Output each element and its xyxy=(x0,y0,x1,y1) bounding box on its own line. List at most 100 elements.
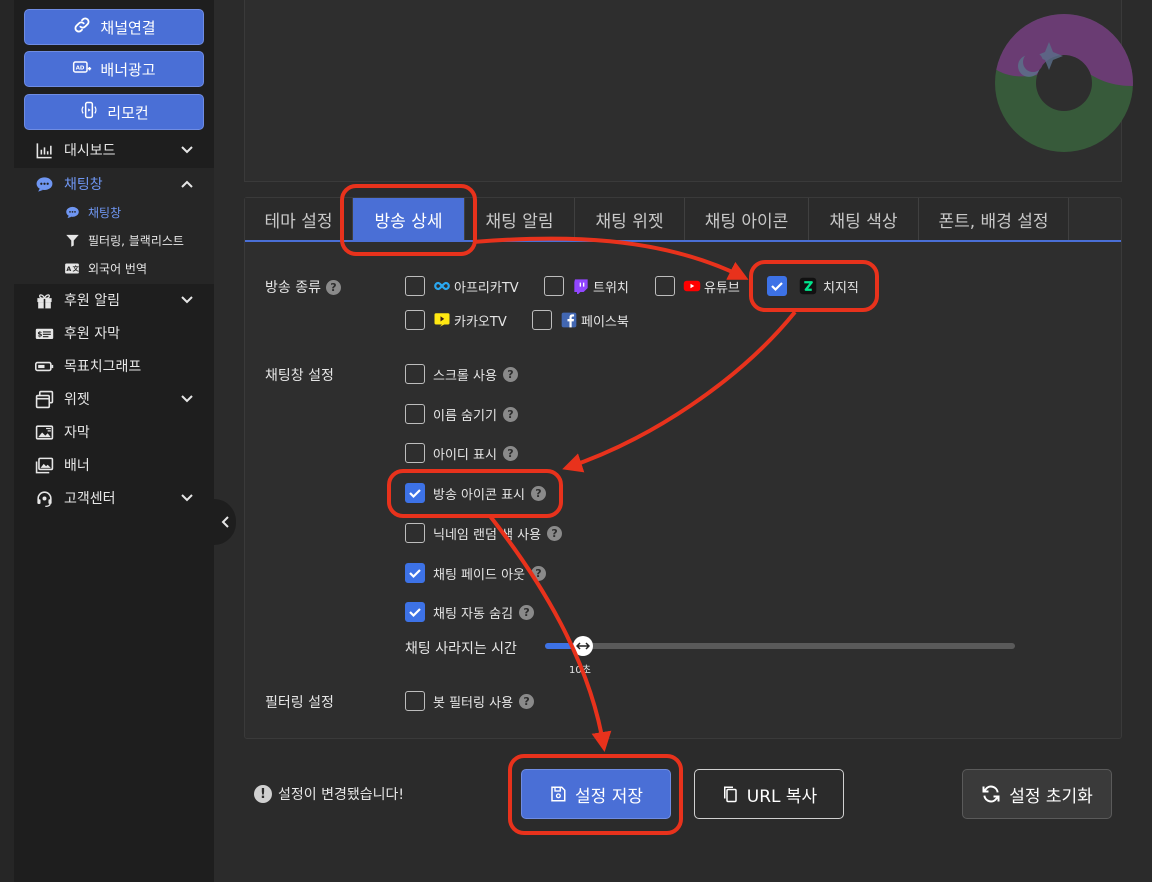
translate-icon: A文 xyxy=(64,260,80,276)
checkbox-youtube[interactable]: 유튜브 xyxy=(655,276,740,296)
tab-font-background[interactable]: 폰트, 배경 설정 xyxy=(919,198,1069,240)
sidebar-item-label: 대시보드 xyxy=(64,143,116,159)
checkbox-box[interactable] xyxy=(405,523,425,543)
sidebar-item-widget[interactable]: 위젯 xyxy=(14,383,214,415)
checkbox-chat-autohide[interactable]: 채팅 자동 숨김 ? xyxy=(405,602,535,622)
help-icon[interactable]: ? xyxy=(519,693,535,709)
remote-button[interactable]: 리모컨 xyxy=(24,94,204,130)
chat-preview xyxy=(244,0,1122,182)
sidebar-item-banner[interactable]: 배너 xyxy=(14,449,214,481)
exclamation-icon: ! xyxy=(254,785,272,803)
sidebar-item-donation-alert[interactable]: 후원 알림 xyxy=(14,284,214,316)
checkbox-label: 유튜브 xyxy=(704,280,740,296)
tab-broadcast-detail[interactable]: 방송 상세 xyxy=(353,198,465,240)
help-icon[interactable]: ? xyxy=(547,525,563,541)
help-icon[interactable]: ? xyxy=(325,279,341,295)
sidebar-item-goal-graph[interactable]: 목표치그래프 xyxy=(14,350,214,382)
checkbox-label: 방송 아이콘 표시 xyxy=(433,487,525,503)
checkbox-box[interactable] xyxy=(405,404,425,424)
checkbox-kakaotv[interactable]: 카카오TV xyxy=(405,310,507,330)
reset-settings-button[interactable]: 설정 초기화 xyxy=(962,769,1112,819)
sidebar-item-label: 목표치그래프 xyxy=(64,359,142,375)
afreecatv-icon xyxy=(433,277,451,295)
sidebar-item-caption[interactable]: 자막 xyxy=(14,416,214,448)
copy-url-button[interactable]: URL 복사 xyxy=(694,769,844,819)
windows-icon xyxy=(34,389,54,409)
svg-text:AD: AD xyxy=(76,66,85,72)
sidebar-subitem-label: 필터링, 블랙리스트 xyxy=(88,233,184,248)
help-icon[interactable]: ? xyxy=(502,366,518,382)
help-icon[interactable]: ? xyxy=(502,445,518,461)
sidebar-item-donation-caption[interactable]: $ 후원 자막 xyxy=(14,317,214,349)
chat-icon xyxy=(64,204,80,220)
sidebar-subitem-filter[interactable]: 필터링, 블랙리스트 xyxy=(64,227,184,253)
checkbox-box[interactable] xyxy=(405,364,425,384)
save-settings-label: 설정 저장 xyxy=(575,786,643,807)
image-icon xyxy=(34,455,54,475)
checkbox-label: 채팅 자동 숨김 xyxy=(433,606,514,622)
checkbox-box[interactable] xyxy=(405,691,425,711)
help-icon[interactable]: ? xyxy=(519,604,535,620)
chat-disappear-time-slider[interactable] xyxy=(545,636,1015,656)
checkbox-facebook[interactable]: 페이스북 xyxy=(532,310,629,330)
checkbox-label: 페이스북 xyxy=(581,314,629,330)
sidebar-collapse-button[interactable] xyxy=(214,499,236,545)
tab-chat-widget[interactable]: 채팅 위젯 xyxy=(575,198,685,240)
checkbox-box[interactable] xyxy=(405,563,425,583)
checkbox-box[interactable] xyxy=(655,276,675,296)
help-icon[interactable]: ? xyxy=(502,406,518,422)
checkbox-box[interactable] xyxy=(767,276,787,296)
checkbox-afreecatv[interactable]: 아프리카TV xyxy=(405,276,519,296)
svg-text:A: A xyxy=(66,266,71,273)
slider-thumb[interactable] xyxy=(572,636,593,656)
checkbox-box[interactable] xyxy=(405,443,425,463)
checkbox-hide-name[interactable]: 이름 숨기기 ? xyxy=(405,404,518,424)
sidebar-subitem-translate[interactable]: A文 외국어 번역 xyxy=(64,255,147,281)
filtering-settings-label: 필터링 설정 xyxy=(265,695,334,711)
checkbox-chzzk[interactable]: 치지직 xyxy=(767,276,859,296)
tab-theme[interactable]: 테마 설정 xyxy=(245,198,353,240)
tab-chat-icon[interactable]: 채팅 아이콘 xyxy=(685,198,809,240)
checkbox-box[interactable] xyxy=(405,602,425,622)
checkbox-box[interactable] xyxy=(532,310,552,330)
gift-icon xyxy=(34,290,54,310)
checkbox-chat-fadeout[interactable]: 채팅 페이드 아웃 ? xyxy=(405,563,546,583)
help-icon[interactable]: ? xyxy=(531,485,546,501)
sidebar: 채널연결 AD 배너광고 리모컨 대시보드 채팅창 채팅창 필터링, 블랙리스트… xyxy=(0,0,214,882)
link-icon xyxy=(72,15,92,39)
checkbox-bot-filter[interactable]: 봇 필터링 사용 ? xyxy=(405,691,535,711)
checkbox-random-nick-color[interactable]: 닉네임 랜덤 색 사용 ? xyxy=(405,523,563,543)
refresh-icon xyxy=(982,785,1000,803)
sidebar-item-label: 채팅창 xyxy=(64,177,103,193)
ad-icon: AD xyxy=(72,57,92,81)
checkbox-box[interactable] xyxy=(405,483,425,503)
checkbox-twitch[interactable]: 트위치 xyxy=(544,276,629,296)
sidebar-item-chat[interactable]: 채팅창 xyxy=(14,168,214,200)
checkbox-box[interactable] xyxy=(405,276,425,296)
tab-chat-color[interactable]: 채팅 색상 xyxy=(809,198,919,240)
resize-horizontal-icon xyxy=(575,642,590,650)
chat-disappear-time-label: 채팅 사라지는 시간 xyxy=(405,641,517,657)
settings-panel: 테마 설정 방송 상세 채팅 알림 채팅 위젯 채팅 아이콘 채팅 색상 폰트,… xyxy=(244,197,1122,739)
money-icon: $ xyxy=(34,323,54,343)
kakaotv-icon xyxy=(433,311,451,329)
banner-ad-button[interactable]: AD 배너광고 xyxy=(24,51,204,87)
checkbox-box[interactable] xyxy=(544,276,564,296)
save-settings-button[interactable]: 설정 저장 xyxy=(521,769,671,819)
sidebar-item-support[interactable]: 고객센터 xyxy=(14,482,214,514)
help-icon[interactable]: ? xyxy=(531,565,546,581)
chevron-down-icon xyxy=(181,494,193,502)
channel-connect-button[interactable]: 채널연결 xyxy=(24,9,204,45)
sidebar-item-label: 배너 xyxy=(64,458,90,474)
copy-icon xyxy=(723,786,737,803)
tab-chat-alert[interactable]: 채팅 알림 xyxy=(465,198,575,240)
checkbox-label: 아프리카TV xyxy=(454,280,519,296)
svg-text:$: $ xyxy=(37,329,42,338)
sidebar-item-dashboard[interactable]: 대시보드 xyxy=(14,134,214,166)
checkbox-box[interactable] xyxy=(405,310,425,330)
checkbox-broadcast-icon[interactable]: 방송 아이콘 표시 ? xyxy=(405,483,546,503)
battery-icon xyxy=(34,356,54,376)
checkbox-scroll[interactable]: 스크롤 사용 ? xyxy=(405,364,518,384)
sidebar-subitem-chat[interactable]: 채팅창 xyxy=(64,199,121,225)
checkbox-show-id[interactable]: 아이디 표시 ? xyxy=(405,443,518,463)
